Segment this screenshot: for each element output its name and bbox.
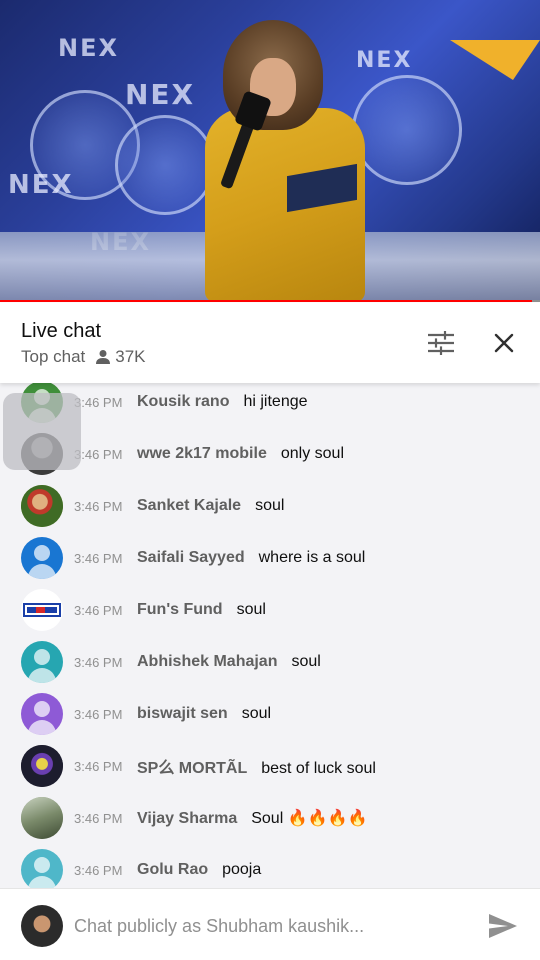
chat-message[interactable]: 3:46 PM Sanket Kajale soul <box>0 480 540 532</box>
chat-input-bar <box>0 888 540 960</box>
author-avatar[interactable] <box>21 849 63 888</box>
message-text: hi jitenge <box>243 393 308 410</box>
message-timestamp: 3:46 PM <box>74 446 123 462</box>
author-name[interactable]: Golu Rao <box>137 861 208 878</box>
chat-message[interactable]: 3:46 PM Vijay Sharma Soul 🔥🔥🔥🔥 <box>0 792 540 844</box>
author-name[interactable]: Fun's Fund <box>137 601 223 618</box>
chat-mode-label[interactable]: Top chat <box>21 347 85 367</box>
viewer-count: 37K <box>95 347 146 367</box>
chat-message[interactable]: 3:46 PM Golu Rao pooja <box>0 844 540 888</box>
current-user-avatar[interactable] <box>21 905 63 947</box>
author-name[interactable]: Abhishek Mahajan <box>137 653 277 670</box>
chat-mode-row: Top chat 37K <box>21 347 146 367</box>
message-timestamp: 3:46 PM <box>74 602 123 618</box>
message-text: soul <box>255 497 285 514</box>
video-progress-fill <box>0 300 532 302</box>
live-chat-header: Live chat Top chat 37K <box>0 303 540 383</box>
message-text: soul <box>291 653 321 670</box>
message-text: best of luck soul <box>261 760 376 777</box>
author-name[interactable]: wwe 2k17 mobile <box>137 445 267 462</box>
viewer-count-value: 37K <box>115 347 146 366</box>
author-name[interactable]: Vijay Sharma <box>137 810 237 827</box>
message-timestamp: 3:46 PM <box>74 862 123 878</box>
message-timestamp: 3:46 PM <box>74 810 123 826</box>
message-timestamp: 3:46 PM <box>74 550 123 566</box>
chat-message[interactable]: 3:46 PM wwe 2k17 mobile only soul <box>0 428 540 480</box>
message-text: only soul <box>280 445 344 462</box>
author-name[interactable]: biswajit sen <box>137 705 228 722</box>
chat-message-input[interactable] <box>74 913 454 939</box>
author-name[interactable]: Saifali Sayyed <box>137 549 245 566</box>
message-timestamp: 3:46 PM <box>74 706 123 722</box>
stage-emblem <box>115 115 215 215</box>
send-icon <box>489 914 517 938</box>
message-timestamp: 3:46 PM <box>74 498 123 514</box>
send-button[interactable] <box>486 909 520 943</box>
chat-message[interactable]: 3:46 PM SP么 MORTÃL best of luck soul <box>0 740 540 792</box>
author-avatar[interactable] <box>21 589 63 631</box>
author-name[interactable]: SP么 MORTÃL <box>137 760 247 777</box>
video-player[interactable]: NEX NEX NEX NEX NEX <box>0 0 540 302</box>
author-avatar[interactable] <box>21 537 63 579</box>
chat-message[interactable]: 3:46 PM biswajit sen soul <box>0 688 540 740</box>
chat-message[interactable]: 3:46 PM Kousik rano hi jitenge <box>0 383 540 428</box>
video-progress-bar[interactable] <box>0 300 540 302</box>
message-text: where is a soul <box>258 549 366 566</box>
chat-message[interactable]: 3:46 PM Fun's Fund soul <box>0 584 540 636</box>
chat-message[interactable]: 3:46 PM Saifali Sayyed where is a soul <box>0 532 540 584</box>
stage-emblem <box>352 75 462 185</box>
chat-message[interactable]: 3:46 PM Abhishek Mahajan soul <box>0 636 540 688</box>
author-avatar[interactable] <box>21 641 63 683</box>
author-name[interactable]: Sanket Kajale <box>137 497 241 514</box>
author-avatar[interactable] <box>21 797 63 839</box>
presenter <box>205 20 365 302</box>
stage-logo: NEX <box>8 170 74 200</box>
author-avatar[interactable] <box>21 693 63 735</box>
message-timestamp: 3:46 PM <box>74 394 123 410</box>
close-icon <box>494 333 514 353</box>
person-icon <box>96 350 111 364</box>
message-text: soul <box>236 601 266 618</box>
stage-logo: NEX <box>125 78 196 111</box>
author-avatar[interactable] <box>21 745 63 787</box>
message-text: pooja <box>222 861 262 878</box>
message-text: Soul 🔥🔥🔥🔥 <box>251 810 368 827</box>
close-chat-button[interactable] <box>486 325 522 361</box>
live-chat-title: Live chat <box>21 320 102 342</box>
stage-light <box>450 40 540 80</box>
message-text: soul <box>241 705 272 722</box>
chat-message-list[interactable]: 3:46 PM Kousik rano hi jitenge 3:46 PM ww… <box>0 383 540 888</box>
chat-filter-button[interactable] <box>423 325 459 361</box>
stage-logo: NEX <box>58 34 119 62</box>
author-name[interactable]: Kousik rano <box>137 393 229 410</box>
floating-overlay[interactable] <box>3 393 81 470</box>
message-timestamp: 3:46 PM <box>74 654 123 670</box>
author-avatar[interactable] <box>21 485 63 527</box>
message-timestamp: 3:46 PM <box>74 758 123 774</box>
tune-icon <box>428 331 454 355</box>
